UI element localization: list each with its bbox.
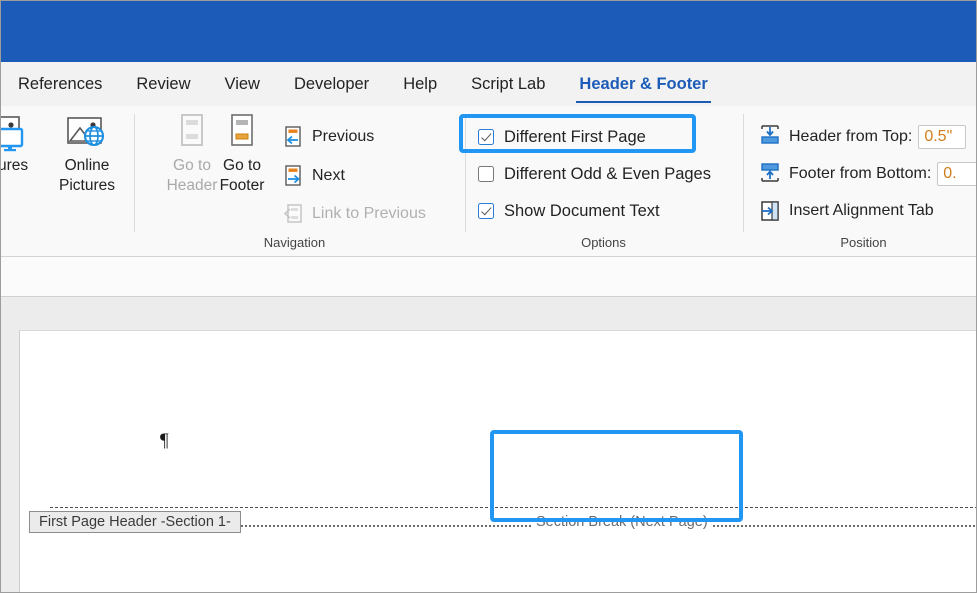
paragraph-mark: ¶: [160, 431, 169, 450]
next-button[interactable]: Next: [281, 163, 345, 189]
ribbon-tabs: References Review View Developer Help Sc…: [1, 62, 725, 106]
tab-script-lab[interactable]: Script Lab: [454, 62, 562, 106]
ruler-strip: [1, 257, 977, 297]
word-window: References Review View Developer Help Sc…: [0, 0, 977, 593]
group-label-navigation: Navigation: [156, 235, 433, 250]
footer-from-bottom-icon: [758, 160, 782, 189]
footer-from-bottom-field[interactable]: Footer from Bottom: 0.: [758, 161, 977, 187]
tab-references[interactable]: References: [1, 62, 119, 106]
section-break-label: Section Break (Next Page): [532, 514, 712, 530]
checkbox-box[interactable]: [478, 166, 494, 182]
first-page-header-tag: First Page Header -Section 1-: [29, 511, 241, 533]
previous-icon: [281, 125, 305, 149]
different-odd-even-pages-checkbox[interactable]: Different Odd & Even Pages: [478, 161, 711, 187]
title-bar: [1, 1, 977, 62]
group-label-options: Options: [471, 235, 736, 250]
show-document-text-label: Show Document Text: [504, 202, 660, 221]
document-workspace: ¶ First Page Header -Section 1- Section …: [1, 297, 977, 593]
link-to-previous-icon: [281, 202, 305, 226]
tab-header-and-footer[interactable]: Header & Footer: [562, 62, 724, 106]
group-separator-1: [134, 114, 135, 232]
tab-review[interactable]: Review: [119, 62, 207, 106]
header-from-top-icon: [758, 123, 782, 152]
online-pictures-icon: [51, 112, 123, 156]
checkbox-box[interactable]: [478, 203, 494, 219]
online-pictures-button[interactable]: Online Pictures: [51, 112, 123, 196]
different-first-page-label: Different First Page: [504, 128, 646, 147]
online-pictures-label: Online Pictures: [51, 156, 123, 196]
pictures-icon: [0, 112, 43, 156]
checkbox-box[interactable]: [478, 129, 494, 145]
go-to-footer-button[interactable]: Go to Footer: [206, 112, 278, 196]
ribbon-tab-strip: References Review View Developer Help Sc…: [1, 62, 977, 107]
go-to-footer-icon: [206, 112, 278, 156]
next-label: Next: [312, 167, 345, 185]
link-to-previous-button[interactable]: Link to Previous: [281, 201, 426, 227]
different-first-page-checkbox[interactable]: Different First Page: [478, 124, 646, 150]
link-to-previous-label: Link to Previous: [312, 205, 426, 223]
footer-from-bottom-label: Footer from Bottom:: [789, 165, 931, 183]
group-separator-3: [743, 114, 744, 232]
header-from-top-input[interactable]: 0.5": [918, 125, 966, 149]
header-from-top-field[interactable]: Header from Top: 0.5": [758, 124, 966, 150]
go-to-footer-label: Go to Footer: [206, 156, 278, 196]
pictures-label: ctures: [0, 156, 43, 176]
tab-help[interactable]: Help: [386, 62, 454, 106]
header-boundary-line: [50, 507, 977, 508]
previous-label: Previous: [312, 128, 374, 146]
group-separator-2: [465, 114, 466, 232]
different-odd-even-pages-label: Different Odd & Even Pages: [504, 165, 711, 184]
insert-alignment-tab-button[interactable]: Insert Alignment Tab: [758, 198, 934, 224]
insert-alignment-tab-label: Insert Alignment Tab: [789, 202, 934, 220]
ribbon: ctures Online Pictures: [1, 106, 977, 257]
tab-developer[interactable]: Developer: [277, 62, 386, 106]
previous-button[interactable]: Previous: [281, 124, 374, 150]
header-from-top-label: Header from Top:: [789, 128, 912, 146]
footer-from-bottom-input[interactable]: 0.: [937, 162, 977, 186]
tab-view[interactable]: View: [208, 62, 277, 106]
document-page[interactable]: ¶ First Page Header -Section 1- Section …: [19, 330, 977, 593]
pictures-button[interactable]: ctures: [0, 112, 43, 176]
show-document-text-checkbox[interactable]: Show Document Text: [478, 198, 660, 224]
group-label-position: Position: [749, 235, 977, 250]
next-icon: [281, 164, 305, 188]
insert-alignment-tab-icon: [758, 199, 782, 223]
